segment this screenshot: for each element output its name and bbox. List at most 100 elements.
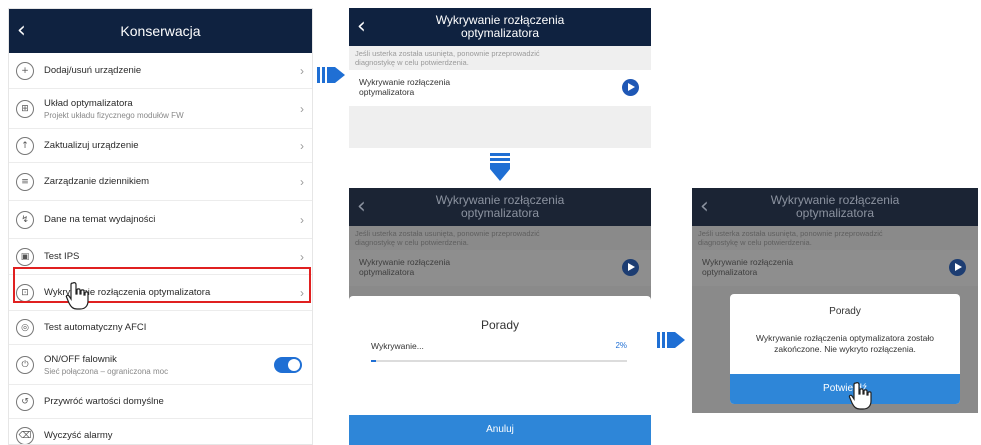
list-item-label: Układ optymalizatora <box>44 97 133 109</box>
detection-item: Wykrywanie rozłączenia optymalizatora <box>349 70 651 106</box>
upgrade-icon: ↑ <box>16 136 34 155</box>
hint-text: Jeśli usterka została usunięta, ponownie… <box>349 226 651 250</box>
header: ‹ Wykrywanie rozłączenia optymalizatora <box>349 8 651 46</box>
item-label-line1: Wykrywanie rozłączenia <box>359 77 451 87</box>
chevron-right-icon: › <box>300 138 304 153</box>
list-item-sublabel: Sieć połączona – ograniczona moc <box>44 366 169 376</box>
performance-data-icon: ↯ <box>16 210 34 229</box>
list-item-text: Wyczyść alarmy <box>44 430 312 441</box>
result-dialog: Porady Wykrywanie rozłączenia optymaliza… <box>730 294 960 404</box>
hint-line1: Jeśli usterka została usunięta, ponownie… <box>698 229 883 238</box>
afci-test-icon: ◎ <box>16 318 34 337</box>
list-item[interactable]: ↑ Zaktualizuj urządzenie › <box>9 129 312 163</box>
inverter-toggle[interactable] <box>274 356 302 373</box>
progress-label: Wykrywanie... <box>371 341 424 351</box>
plus-circle-icon: + <box>16 61 34 80</box>
hint-line1: Jeśli usterka została usunięta, ponownie… <box>355 49 540 58</box>
progress-screen: ‹ Wykrywanie rozłączenia optymalizatora … <box>349 188 651 445</box>
hint-text: Jeśli usterka została usunięta, ponownie… <box>692 226 978 250</box>
list-item-text: Zarządzanie dziennikiem <box>44 176 292 187</box>
message-line2: zakończone. Nie wykryto rozłączenia. <box>774 344 916 354</box>
chevron-right-icon: › <box>300 101 304 116</box>
list-item-sublabel: Projekt układu fizycznego modułów FW <box>44 110 184 120</box>
message-line1: Wykrywanie rozłączenia optymalizatora zo… <box>755 333 935 343</box>
toggle-knob <box>288 358 300 371</box>
arrow-right-icon <box>317 67 345 83</box>
list-item-label: ON/OFF falownik <box>44 353 117 365</box>
list-item-label: Przywróć wartości domyślne <box>44 396 164 407</box>
list-item-label: Zarządzanie dziennikiem <box>44 176 150 187</box>
arrow-right-icon <box>657 332 685 348</box>
item-label-line1: Wykrywanie rozłączenia <box>702 257 794 267</box>
hand-cursor-icon <box>65 282 89 310</box>
page-title: Konserwacja <box>120 23 201 39</box>
list-item[interactable]: ↯ Dane na temat wydajności › <box>9 201 312 239</box>
list-item-text: Test IPS <box>44 251 292 262</box>
chevron-right-icon: › <box>300 174 304 189</box>
list-item[interactable]: ≡ Zarządzanie dziennikiem › <box>9 163 312 201</box>
page-title-line2: optymalizatora <box>795 206 875 220</box>
hint-line2: diagnostykę w celu potwierdzenia. <box>355 238 469 247</box>
list-item-label: Dodaj/usuń urządzenie <box>44 65 142 76</box>
detection-screen: ‹ Wykrywanie rozłączenia optymalizatora … <box>349 8 651 148</box>
back-icon[interactable]: ‹ <box>700 196 709 218</box>
list-item-label: Zaktualizuj urządzenie <box>44 140 139 151</box>
highlight-box <box>13 267 311 303</box>
list-item-text: Przywróć wartości domyślne <box>44 396 312 407</box>
maintenance-screen: ‹ Konserwacja + Dodaj/usuń urządzenie › ⊞ Uk… <box>8 8 313 445</box>
list-item-text: Test automatyczny AFCI <box>44 322 312 333</box>
list-item[interactable]: + Dodaj/usuń urządzenie › <box>9 53 312 89</box>
item-label-line2: optymalizatora <box>702 267 758 277</box>
play-icon[interactable] <box>622 79 639 96</box>
back-icon[interactable]: ‹ <box>357 196 366 218</box>
chevron-right-icon: › <box>300 63 304 78</box>
confirm-button[interactable]: Potwierdź <box>730 374 960 404</box>
dialog-title: Porady <box>480 318 520 332</box>
log-icon: ≡ <box>16 172 34 191</box>
back-icon[interactable]: ‹ <box>17 20 26 42</box>
header: ‹ Wykrywanie rozłączenia optymalizatora <box>349 188 651 226</box>
list-item[interactable]: ↺ Przywróć wartości domyślne <box>9 385 312 419</box>
progress-bar <box>371 360 627 362</box>
list-item[interactable]: ⊞ Układ optymalizatora Projekt układu fizy… <box>9 89 312 129</box>
header: ‹ Konserwacja <box>9 9 312 53</box>
cancel-button[interactable]: Anuluj <box>349 415 651 445</box>
item-label-line2: optymalizatora <box>359 267 415 277</box>
list-item-label: Test IPS <box>44 251 80 262</box>
header: ‹ Wykrywanie rozłączenia optymalizatora <box>692 188 978 226</box>
list-item-label: Test automatyczny AFCI <box>44 322 147 333</box>
list-item[interactable]: ⏻ ON/OFF falownik Sieć połączona – ogranic… <box>9 345 312 385</box>
play-icon <box>622 259 639 276</box>
list-item-text: Układ optymalizatora Projekt układu fizyc… <box>44 98 292 120</box>
hint-line1: Jeśli usterka została usunięta, ponownie… <box>355 229 540 238</box>
dialog-message: Wykrywanie rozłączenia optymalizatora zo… <box>730 333 960 355</box>
item-label-line2: optymalizatora <box>359 87 415 97</box>
hint-text: Jeśli usterka została usunięta, ponownie… <box>349 46 651 70</box>
play-icon <box>949 259 966 276</box>
progress-dialog: Porady Wykrywanie... 2% Anuluj <box>349 296 651 445</box>
chevron-right-icon: › <box>300 212 304 227</box>
clear-alarm-icon: ⌫ <box>16 426 34 444</box>
power-icon: ⏻ <box>16 355 34 374</box>
list-item[interactable]: ◎ Test automatyczny AFCI <box>9 311 312 345</box>
hint-line2: diagnostykę w celu potwierdzenia. <box>698 238 812 247</box>
list-item-text: Dodaj/usuń urządzenie <box>44 65 292 76</box>
ips-test-icon: ▣ <box>16 247 34 266</box>
progress-fill <box>371 360 377 362</box>
hint-line2: diagnostykę w celu potwierdzenia. <box>355 58 469 67</box>
optimizer-layout-icon: ⊞ <box>16 99 34 118</box>
result-screen: ‹ Wykrywanie rozłączenia optymalizatora … <box>692 188 978 413</box>
chevron-right-icon: › <box>300 249 304 264</box>
detection-item: Wykrywanie rozłączenia optymalizatora <box>349 250 651 286</box>
list-item-label: Dane na temat wydajności <box>44 214 156 225</box>
list-item[interactable]: ⌫ Wyczyść alarmy <box>9 419 312 444</box>
arrow-down-icon <box>490 153 510 181</box>
detection-item: Wykrywanie rozłączenia optymalizatora <box>692 250 978 286</box>
back-icon[interactable]: ‹ <box>357 16 366 38</box>
list-item-label: Wyczyść alarmy <box>44 430 113 441</box>
page-title-line2: optymalizatora <box>460 26 540 40</box>
dialog-title: Porady <box>829 306 861 317</box>
list-item-text: ON/OFF falownik Sieć połączona – ogranicz… <box>44 354 274 376</box>
progress-percent: 2% <box>615 341 627 350</box>
list-item-text: Dane na temat wydajności <box>44 214 292 225</box>
